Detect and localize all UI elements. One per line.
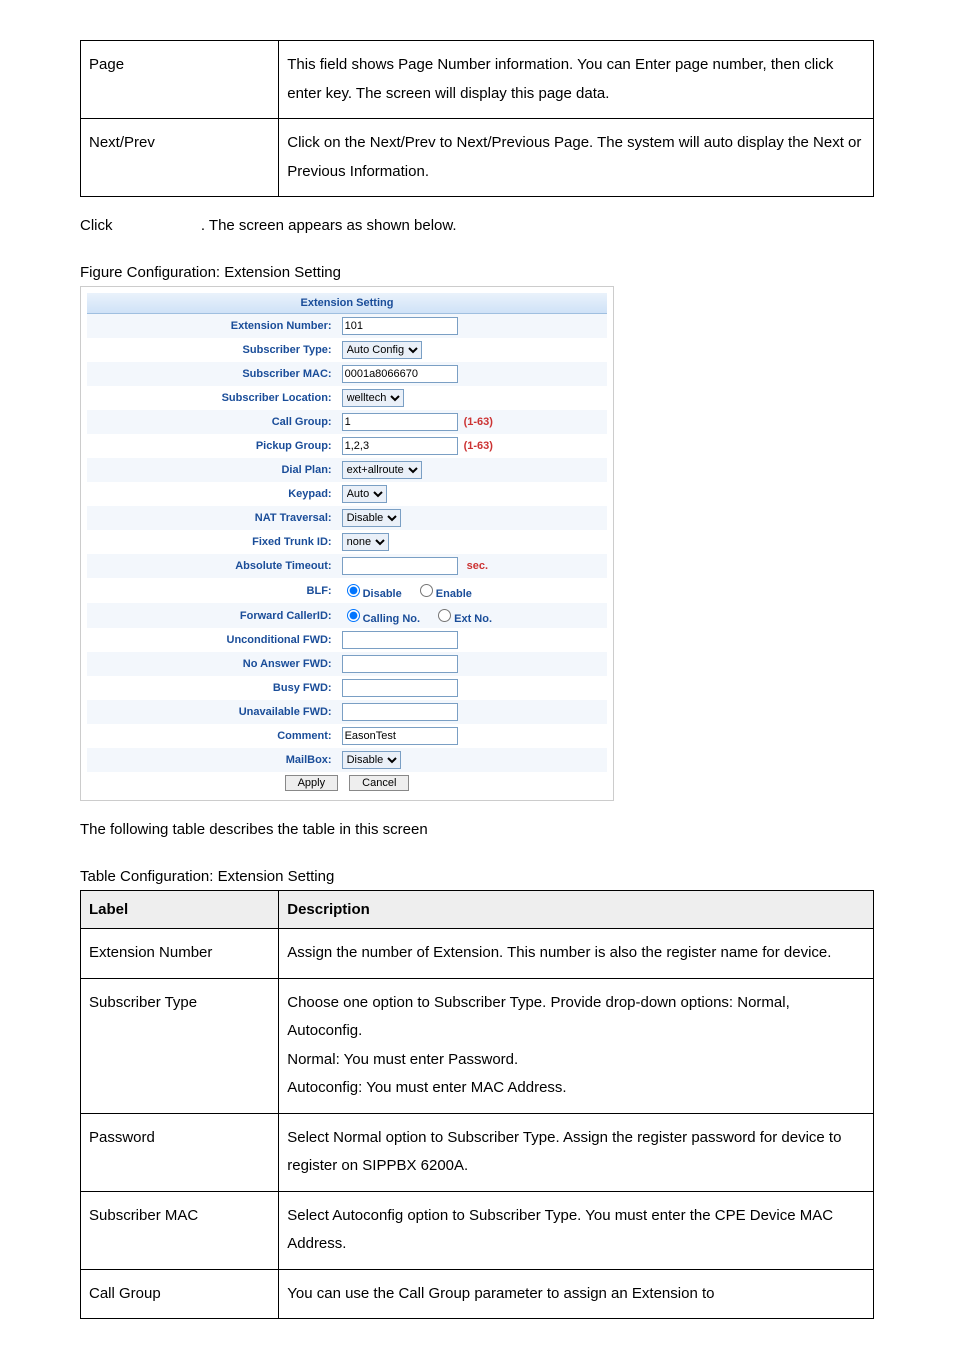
call-group-hint: (1-63) [464, 416, 493, 428]
absolute-timeout-label: Absolute Timeout: [87, 554, 337, 578]
blf-enable-radio[interactable] [420, 584, 433, 597]
fwd-calling-radio[interactable] [347, 609, 360, 622]
figure-caption: Figure Configuration: Extension Setting [80, 264, 874, 281]
no-answer-fwd-input[interactable] [342, 655, 458, 673]
extension-setting-panel: Extension Setting Extension Number: Subs… [80, 286, 614, 801]
cell-label: Next/Prev [81, 119, 279, 197]
cell-label: Subscriber Type [81, 978, 279, 1113]
unavailable-fwd-label: Unavailable FWD: [87, 700, 337, 724]
blf-disable-text: Disable [363, 588, 402, 600]
table2-caption: Table Configuration: Extension Setting [80, 868, 874, 885]
subscriber-type-select[interactable]: Auto Config [342, 341, 422, 359]
cell-desc: Click on the Next/Prev to Next/Previous … [279, 119, 874, 197]
cell-desc: Choose one option to Subscriber Type. Pr… [279, 978, 874, 1113]
absolute-timeout-unit: sec. [467, 560, 488, 572]
fwd-ext-radio[interactable] [438, 609, 451, 622]
nat-traversal-label: NAT Traversal: [87, 506, 337, 530]
nat-traversal-select[interactable]: Disable [342, 509, 401, 527]
cell-desc: Select Autoconfig option to Subscriber T… [279, 1191, 874, 1269]
cell-desc: This field shows Page Number information… [279, 41, 874, 119]
absolute-timeout-input[interactable] [342, 557, 458, 575]
subscriber-mac-label: Subscriber MAC: [87, 362, 337, 386]
comment-input[interactable] [342, 727, 458, 745]
subscriber-type-label: Subscriber Type: [87, 338, 337, 362]
cell-desc: Assign the number of Extension. This num… [279, 929, 874, 979]
unconditional-fwd-label: Unconditional FWD: [87, 628, 337, 652]
call-group-input[interactable] [342, 413, 458, 431]
call-group-label: Call Group: [87, 410, 337, 434]
fwd-calling-text: Calling No. [363, 613, 420, 625]
th-desc: Description [279, 891, 874, 929]
click-line: Click . The screen appears as shown belo… [80, 217, 874, 234]
extension-setting-form: Extension Setting Extension Number: Subs… [87, 293, 607, 794]
following-text: The following table describes the table … [80, 821, 874, 838]
unavailable-fwd-input[interactable] [342, 703, 458, 721]
extension-number-input[interactable] [342, 317, 458, 335]
forward-callerid-label: Forward CallerID: [87, 603, 337, 628]
apply-button[interactable]: Apply [285, 775, 339, 791]
cell-label: Extension Number [81, 929, 279, 979]
dial-plan-label: Dial Plan: [87, 458, 337, 482]
keypad-label: Keypad: [87, 482, 337, 506]
subscriber-mac-input[interactable] [342, 365, 458, 383]
click-suffix: . The screen appears as shown below. [201, 217, 457, 234]
subscriber-location-label: Subscriber Location: [87, 386, 337, 410]
fixed-trunk-select[interactable]: none [342, 533, 389, 551]
blf-label: BLF: [87, 578, 337, 603]
click-prefix: Click [80, 217, 113, 234]
mailbox-select[interactable]: Disable [342, 751, 401, 769]
table-config-extension: Label Description Extension Number Assig… [80, 890, 874, 1319]
form-header: Extension Setting [87, 293, 607, 314]
pickup-group-label: Pickup Group: [87, 434, 337, 458]
blf-disable-radio[interactable] [347, 584, 360, 597]
blf-enable-text: Enable [436, 588, 472, 600]
pickup-group-input[interactable] [342, 437, 458, 455]
keypad-select[interactable]: Auto [342, 485, 387, 503]
busy-fwd-input[interactable] [342, 679, 458, 697]
busy-fwd-label: Busy FWD: [87, 676, 337, 700]
fwd-ext-text: Ext No. [454, 613, 492, 625]
subscriber-location-select[interactable]: welltech [342, 389, 404, 407]
cell-label: Page [81, 41, 279, 119]
mailbox-label: MailBox: [87, 748, 337, 772]
table-page-info: Page This field shows Page Number inform… [80, 40, 874, 197]
cancel-button[interactable]: Cancel [349, 775, 409, 791]
cell-desc: You can use the Call Group parameter to … [279, 1269, 874, 1319]
dial-plan-select[interactable]: ext+allroute [342, 461, 422, 479]
comment-label: Comment: [87, 724, 337, 748]
cell-label: Call Group [81, 1269, 279, 1319]
pickup-group-hint: (1-63) [464, 440, 493, 452]
cell-label: Password [81, 1113, 279, 1191]
extension-number-label: Extension Number: [87, 314, 337, 339]
no-answer-fwd-label: No Answer FWD: [87, 652, 337, 676]
unconditional-fwd-input[interactable] [342, 631, 458, 649]
fixed-trunk-label: Fixed Trunk ID: [87, 530, 337, 554]
th-label: Label [81, 891, 279, 929]
cell-desc: Select Normal option to Subscriber Type.… [279, 1113, 874, 1191]
cell-label: Subscriber MAC [81, 1191, 279, 1269]
